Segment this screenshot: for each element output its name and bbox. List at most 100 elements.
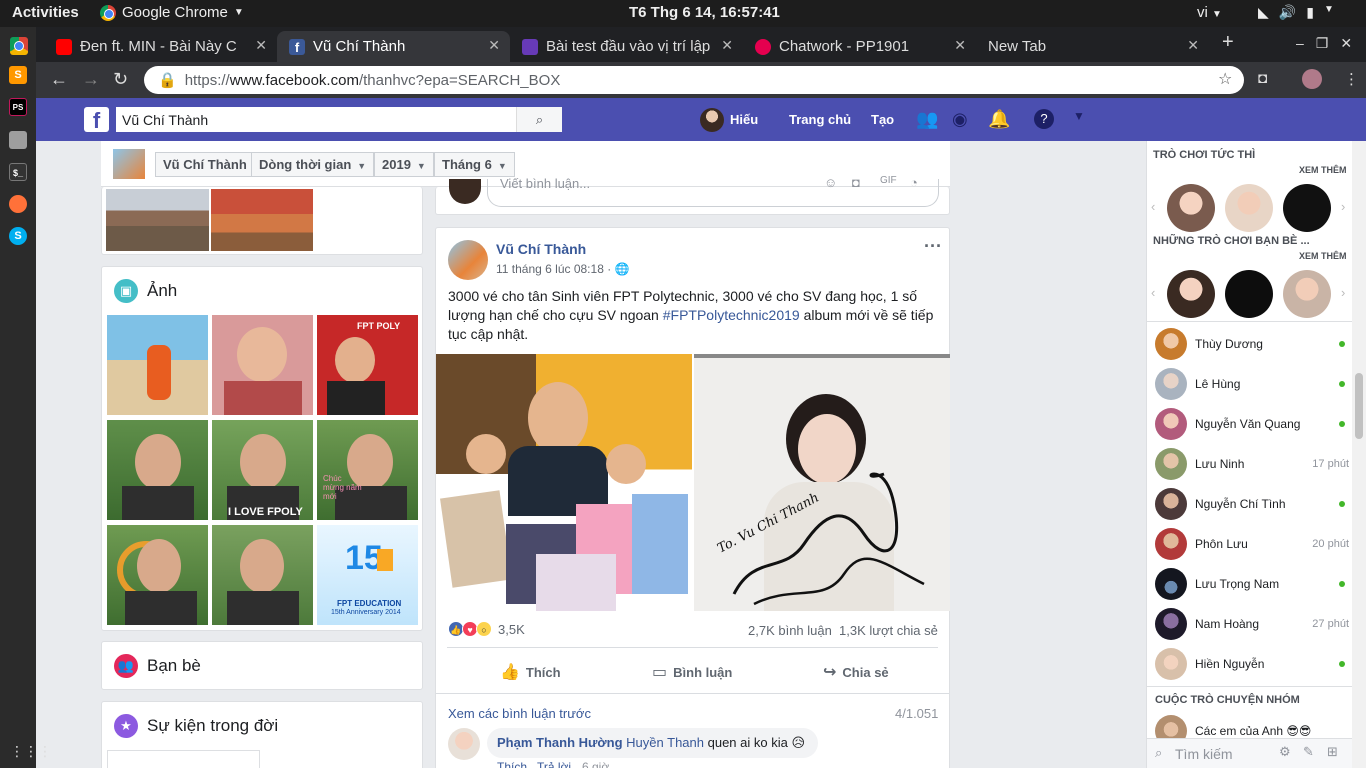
notifications-icon[interactable]: 🔔 [988, 109, 1010, 130]
clock[interactable]: T6 Thg 6 14, 16:57:41 [629, 4, 780, 21]
see-more-games-link[interactable]: XEM THÊM [1299, 165, 1347, 175]
camera-icon[interactable]: ◘ [1258, 70, 1267, 87]
photo-thumbnail[interactable] [107, 420, 208, 520]
chevron-left-icon[interactable]: ‹ [1151, 285, 1155, 300]
photo-thumbnail[interactable]: FPT POLY [317, 315, 418, 415]
tab-facebook[interactable]: f Vũ Chí Thành ✕ [277, 31, 510, 62]
view-previous-comments[interactable]: Xem các bình luận trước [448, 706, 591, 721]
tab-chatwork[interactable]: Chatwork - PP1901 ✕ [743, 31, 976, 62]
sticker-icon[interactable]: ◔ [910, 175, 918, 190]
reactions-summary[interactable]: 👍 ♥ ○ 3,5K [448, 621, 525, 637]
game-thumbnail[interactable] [1167, 270, 1215, 318]
group-photo[interactable] [211, 189, 313, 251]
comment-button[interactable]: ▭ Bình luận [652, 662, 732, 682]
messenger-icon[interactable]: ◉ [952, 109, 968, 130]
minimize-button[interactable]: ‒ [1296, 35, 1304, 52]
contact-item[interactable]: Lưu Ninh 17 phút [1155, 444, 1351, 484]
skype-icon[interactable]: S [9, 227, 27, 245]
commenter-avatar[interactable] [448, 728, 480, 760]
comment-like-link[interactable]: Thích [497, 760, 527, 768]
profile-thumbnail[interactable] [113, 149, 145, 179]
comment-reply-link[interactable]: Trả lời [537, 760, 571, 768]
post-photo-left[interactable] [436, 354, 692, 611]
chevron-left-icon[interactable]: ‹ [1151, 199, 1155, 214]
game-thumbnail[interactable] [1283, 270, 1331, 318]
breadcrumb-month[interactable]: Tháng 6 ▼ [434, 152, 515, 177]
reload-button[interactable]: ↻ [113, 69, 128, 90]
breadcrumb-name[interactable]: Vũ Chí Thành [155, 152, 255, 177]
comment-count[interactable]: 2,7K bình luận [748, 623, 832, 638]
search-icon[interactable]: ⌕ [516, 107, 562, 132]
photo-thumbnail[interactable]: Chúc mừng năm mới [317, 420, 418, 520]
see-more-friends-games-link[interactable]: XEM THÊM [1299, 251, 1347, 261]
gear-icon[interactable]: ⚙ [1279, 744, 1291, 760]
profile-link[interactable]: Hiếu [730, 112, 758, 127]
search-input[interactable] [116, 107, 516, 132]
breadcrumb-year[interactable]: 2019 ▼ [374, 152, 434, 177]
life-events-title[interactable]: Sự kiện trong đời [147, 716, 278, 736]
profile-avatar[interactable] [1302, 69, 1322, 89]
photos-title[interactable]: Ảnh [147, 281, 177, 301]
life-event-item[interactable] [107, 750, 260, 768]
menu-icon[interactable]: ⋮ [1344, 70, 1359, 88]
new-tab-button[interactable]: + [1222, 31, 1234, 54]
scrollbar-thumb[interactable] [1355, 373, 1363, 439]
group-photo[interactable] [106, 189, 209, 251]
group-chat-icon[interactable]: ⊞ [1327, 744, 1338, 760]
post-author[interactable]: Vũ Chí Thành [496, 241, 586, 257]
photo-thumbnail[interactable]: 15 FPT EDUCATION 15th Anniversary 2014 [317, 525, 418, 625]
compose-icon[interactable]: ✎ [1303, 744, 1314, 760]
close-icon[interactable]: ✕ [1187, 37, 1199, 54]
close-icon[interactable]: ✕ [721, 37, 733, 54]
photo-thumbnail[interactable] [212, 315, 313, 415]
more-options-icon[interactable]: ··· [924, 236, 942, 257]
photo-thumbnail[interactable]: I LOVE FPOLY [212, 420, 313, 520]
friends-title[interactable]: Bạn bè [147, 656, 201, 676]
forward-button[interactable]: → [82, 69, 100, 90]
terminal-icon[interactable]: $_ [9, 163, 27, 181]
maximize-button[interactable]: ❐ [1316, 35, 1329, 52]
bookmark-star-icon[interactable]: ☆ [1218, 69, 1232, 89]
share-count[interactable]: 1,3K lượt chia sẻ [839, 623, 938, 638]
help-icon[interactable]: ? [1034, 109, 1054, 129]
post-author-avatar[interactable] [448, 240, 488, 280]
post-timestamp[interactable]: 11 tháng 6 lúc 08:18 · 🌐 [496, 262, 629, 276]
files-icon[interactable] [9, 131, 27, 149]
close-icon[interactable]: ✕ [255, 37, 267, 54]
photo-thumbnail[interactable] [107, 315, 208, 415]
close-window-button[interactable]: ✕ [1340, 35, 1352, 52]
address-bar[interactable]: 🔒 https://www.facebook.com/thanhvc?epa=S… [144, 66, 1244, 94]
show-applications-icon[interactable]: ⋮⋮⋮ [10, 743, 52, 760]
game-thumbnail[interactable] [1283, 184, 1331, 232]
chevron-right-icon[interactable]: › [1341, 199, 1345, 214]
chrome-icon[interactable] [10, 37, 28, 55]
contact-item[interactable]: Lê Hùng [1155, 364, 1351, 404]
contact-item[interactable]: Nguyễn Văn Quang [1155, 404, 1351, 444]
contact-item[interactable]: Thùy Dương [1155, 324, 1351, 364]
game-thumbnail[interactable] [1225, 270, 1273, 318]
gif-icon[interactable]: GIF [880, 175, 897, 186]
emoji-icon[interactable]: ☺ [824, 175, 837, 190]
contact-item[interactable]: Nguyễn Chí Tình [1155, 484, 1351, 524]
tab-forms[interactable]: Bài test đầu vào vị trí lập ✕ [510, 31, 743, 62]
sublime-icon[interactable]: S [9, 66, 27, 84]
account-menu-icon[interactable]: ▼ [1073, 109, 1085, 123]
page-scrollbar[interactable] [1352, 141, 1366, 768]
tab-new[interactable]: New Tab ✕ [976, 31, 1209, 62]
close-icon[interactable]: ✕ [488, 37, 500, 54]
phpstorm-icon[interactable]: PS [9, 98, 27, 116]
chevron-right-icon[interactable]: › [1341, 285, 1345, 300]
home-link[interactable]: Trang chủ [789, 112, 851, 127]
facebook-logo[interactable]: f [84, 107, 109, 133]
contact-item[interactable]: Hiền Nguyễn [1155, 644, 1351, 684]
contact-item[interactable]: Phôn Lưu 20 phút [1155, 524, 1351, 564]
firefox-icon[interactable] [9, 195, 27, 213]
contact-item[interactable]: Lưu Trọng Nam [1155, 564, 1351, 604]
post-photo-right[interactable]: To. Vu Chi Thanh [694, 354, 950, 611]
create-link[interactable]: Tạo [871, 112, 894, 127]
system-tray[interactable]: ◣ 🔊 ▮ ▼ [1258, 4, 1334, 21]
share-button[interactable]: ↪ Chia sẻ [823, 662, 889, 682]
activities-button[interactable]: Activities [12, 4, 79, 21]
camera-icon[interactable]: ◘ [852, 175, 860, 190]
comment-input[interactable]: Viết bình luận... ☺ ◘ GIF ◔ [487, 175, 939, 207]
